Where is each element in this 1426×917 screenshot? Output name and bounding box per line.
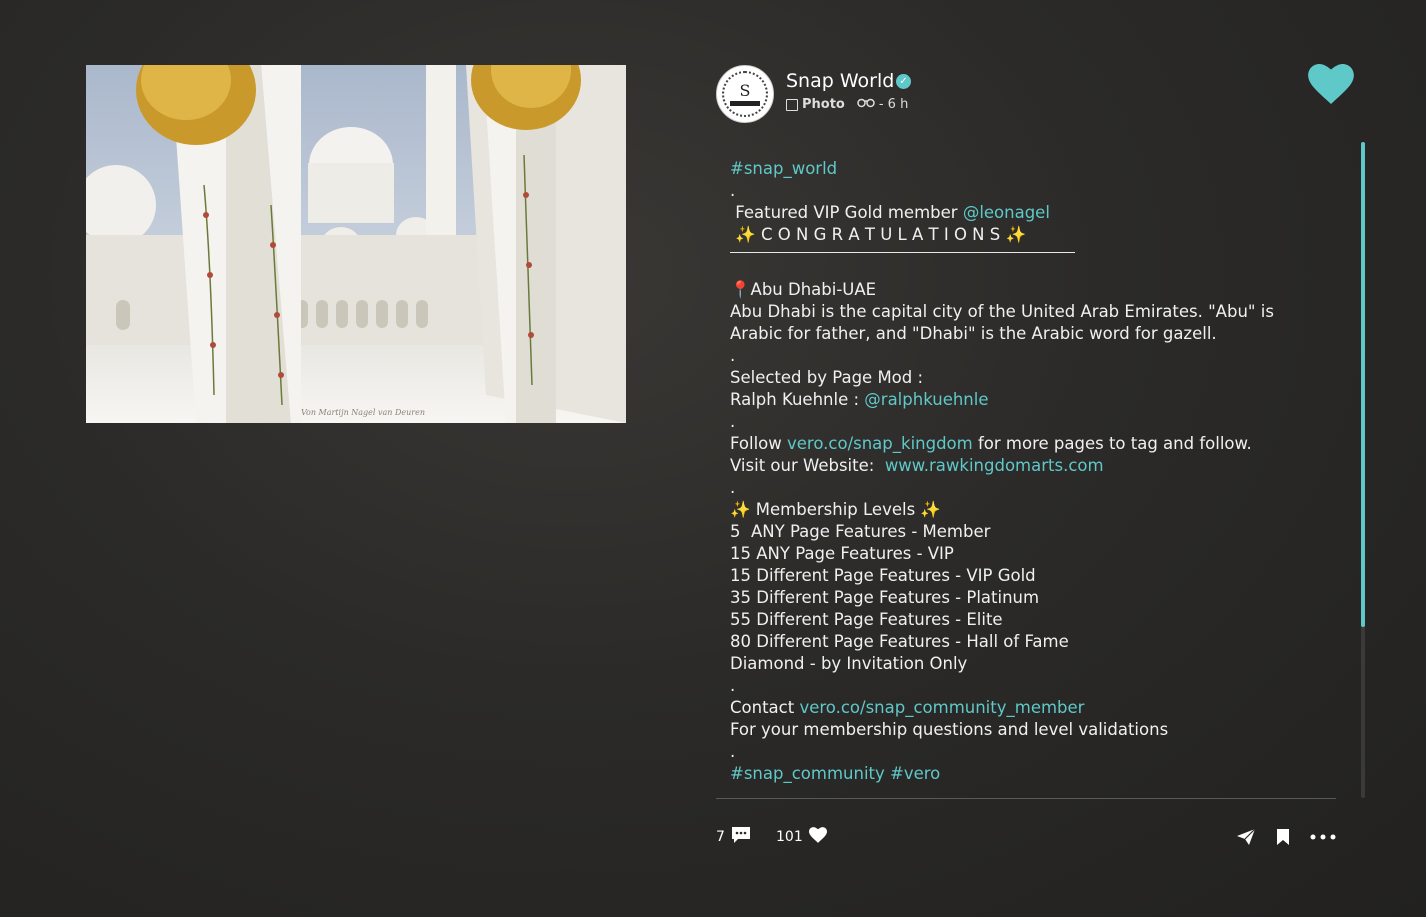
post-meta: Photo - 6 h [786, 97, 908, 112]
account-name[interactable]: Snap World [786, 70, 894, 92]
post-time: - 6 h [878, 97, 909, 112]
avatar[interactable]: S [716, 65, 774, 123]
caption-line: Visit our Website: [730, 456, 885, 475]
photo-watermark: Von Martijn Nagel van Deuren [301, 408, 425, 417]
photo-type-icon [786, 98, 798, 111]
bookmark-icon[interactable] [1276, 822, 1290, 852]
membership-level: 35 Different Page Features - Platinum [730, 588, 1040, 607]
caption-line: . [730, 742, 736, 761]
send-icon[interactable] [1236, 822, 1256, 852]
url-link[interactable]: vero.co/snap_kingdom [787, 434, 973, 453]
comment-icon [731, 826, 751, 848]
caption-line: . [730, 676, 736, 695]
like-heart-icon[interactable] [1308, 64, 1354, 108]
post-caption: #snap_world . Featured VIP Gold member @… [730, 158, 1330, 798]
website-link[interactable]: www.rawkingdomarts.com [885, 456, 1104, 475]
more-icon[interactable] [1310, 822, 1336, 852]
scrollbar-thumb[interactable] [1361, 142, 1365, 627]
caption-line: For your membership questions and level … [730, 720, 1169, 739]
post-footer: 7 101 [716, 822, 1340, 852]
post-type-label: Photo [802, 97, 845, 112]
caption-line: Contact [730, 698, 800, 717]
membership-level: 5 ANY Page Features - Member [730, 522, 991, 541]
hashtag-link[interactable]: #snap_community #vero [730, 764, 940, 783]
post-header: S Snap World ✓ Photo - 6 h [716, 65, 1356, 125]
caption-line: for more pages to tag and follow. [972, 434, 1252, 453]
membership-level: Diamond - by Invitation Only [730, 654, 968, 673]
caption-line: ✨ C O N G R A T U L A T I O N S ✨ [730, 225, 1027, 244]
caption-line: Selected by Page Mod : [730, 368, 924, 387]
mention-link[interactable]: @leonagel [963, 203, 1050, 222]
heart-icon [808, 827, 827, 847]
mention-link[interactable]: @ralphkuehnle [864, 390, 988, 409]
caption-line: 📍Abu Dhabi-UAE [730, 280, 877, 299]
caption-line: Ralph Kuehnle : [730, 390, 865, 409]
caption-line: . [730, 478, 736, 497]
likes-button[interactable]: 101 [776, 822, 827, 852]
divider-line [730, 252, 1075, 253]
membership-level: 80 Different Page Features - Hall of Fam… [730, 632, 1069, 651]
avatar-monogram: S [739, 80, 751, 100]
caption-line: Featured VIP Gold member [730, 203, 963, 222]
footer-divider [716, 798, 1336, 799]
caption-line: ✨ Membership Levels ✨ [730, 500, 941, 519]
comments-button[interactable]: 7 [716, 822, 751, 852]
membership-level: 55 Different Page Features - Elite [730, 610, 1003, 629]
caption-paragraph: Abu Dhabi is the capital city of the Uni… [730, 302, 1280, 343]
caption-line: Follow [730, 434, 788, 453]
caption-scrollbar[interactable] [1361, 142, 1365, 798]
comments-count: 7 [716, 829, 725, 845]
post-photo[interactable]: Von Martijn Nagel van Deuren [86, 65, 626, 423]
caption-line: . [730, 412, 736, 431]
membership-level: 15 Different Page Features - VIP Gold [730, 566, 1036, 585]
verified-check-icon: ✓ [896, 74, 911, 89]
binoculars-icon [857, 97, 875, 112]
caption-line: . [730, 346, 736, 365]
caption-line: . [730, 181, 736, 200]
membership-level: 15 ANY Page Features - VIP [730, 544, 954, 563]
url-link[interactable]: vero.co/snap_community_member [799, 698, 1084, 717]
hashtag-link[interactable]: #snap_world [730, 159, 837, 178]
likes-count: 101 [776, 829, 803, 845]
